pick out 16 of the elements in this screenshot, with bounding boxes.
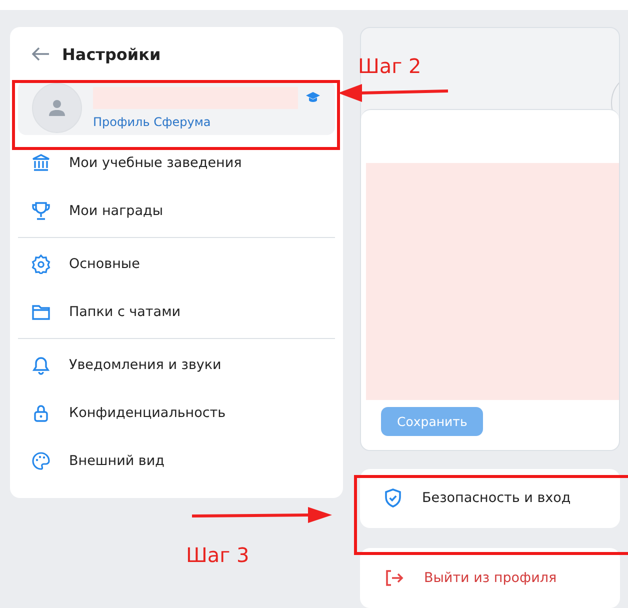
- menu-item[interactable]: Мои награды: [10, 187, 343, 235]
- profile-subtitle: Профиль Сферума: [93, 115, 212, 129]
- menu-item[interactable]: Уведомления и звуки: [10, 341, 343, 389]
- panel-title: Настройки: [62, 44, 161, 64]
- annotation-label: Шаг 3: [186, 543, 250, 567]
- menu-item[interactable]: Мои учебные заведения: [10, 139, 343, 187]
- logout-item[interactable]: Выйти из профиля: [360, 548, 620, 608]
- menu-item[interactable]: Основные: [10, 240, 343, 288]
- logout-label: Выйти из профиля: [424, 570, 557, 586]
- annotation-label: Шаг 2: [358, 54, 422, 78]
- security-label: Безопасность и вход: [422, 490, 571, 506]
- menu-item[interactable]: Папки с чатами: [10, 288, 343, 336]
- security-item[interactable]: Безопасность и вход: [360, 468, 620, 528]
- menu-item[interactable]: Внешний вид: [10, 437, 343, 485]
- profile-row[interactable]: Профиль Сферума: [18, 81, 335, 135]
- menu-item[interactable]: Конфиденциальность: [10, 389, 343, 437]
